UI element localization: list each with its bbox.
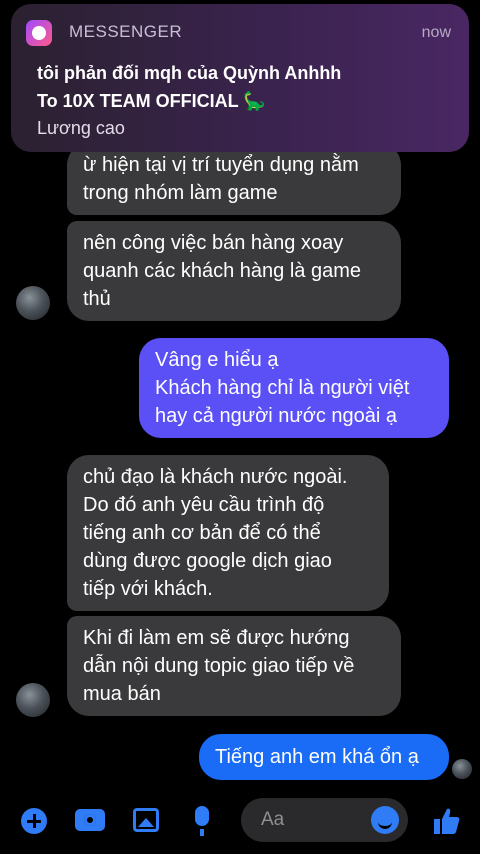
message-line: hay cả người nước ngoài ạ [155,405,398,427]
notification-app-name: MESSENGER [69,22,183,41]
message-line: quanh các khách hàng là game [83,260,361,282]
camera-icon[interactable] [75,809,105,831]
message-bubble-outgoing[interactable]: Tiếng anh em khá ổn ạ [199,734,449,780]
contact-avatar[interactable] [16,683,50,717]
message-line: Khách hàng chỉ là người việt [155,377,410,399]
message-bubble-incoming[interactable]: chủ đạo là khách nước ngoài. Do đó anh y… [67,455,389,611]
message-input-placeholder: Aa [261,809,285,830]
message-line: thủ [83,288,111,310]
emoji-icon[interactable] [371,806,399,834]
message-line: dẫn nội dung topic giao tiếp về [83,655,355,677]
message-line: Do đó anh yêu cầu trình độ [83,494,325,516]
message-input[interactable]: Aa [241,798,408,842]
image-icon[interactable] [133,808,159,832]
messenger-app-icon [26,20,52,46]
message-line: tiếng anh cơ bản để có thể [83,522,321,544]
composer-bar: Aa [0,792,480,854]
message-line: Khi đi làm em sẽ được hướng [83,627,350,649]
notification-body: Lương cao [37,118,125,138]
contact-avatar[interactable] [16,286,50,320]
message-bubble-incoming[interactable]: ừ hiện tại vị trí tuyển dụng nằm trong n… [67,143,401,215]
notification-time: now [421,24,451,41]
message-line: trong nhóm làm game [83,182,278,204]
push-notification[interactable]: MESSENGER now tôi phản đối mqh của Quỳnh… [11,4,469,152]
message-bubble-outgoing[interactable]: Vâng e hiểu ạ Khách hàng chỉ là người vi… [139,338,449,438]
message-bubble-incoming[interactable]: nên công việc bán hàng xoay quanh các kh… [67,221,401,321]
message-line: dùng được google dịch giao [83,550,332,572]
plus-circle-icon[interactable] [21,808,47,834]
notification-subtitle: To 10X TEAM OFFICIAL 🦕 [37,91,266,111]
message-line: ừ hiện tại vị trí tuyển dụng nằm [83,154,359,176]
message-bubble-incoming[interactable]: Khi đi làm em sẽ được hướng dẫn nội dung… [67,616,401,716]
notification-title: tôi phản đối mqh của Quỳnh Anhhh [37,63,342,83]
message-line: Tiếng anh em khá ổn ạ [215,746,419,768]
message-line: mua bán [83,683,161,705]
message-line: chủ đạo là khách nước ngoài. [83,466,348,488]
message-line: nên công việc bán hàng xoay [83,232,344,254]
microphone-icon[interactable] [195,806,209,836]
message-line: Vâng e hiểu ạ [155,349,279,371]
thumbs-up-icon[interactable] [432,806,460,836]
read-receipt-avatar [452,759,472,779]
message-line: tiếp với khách. [83,578,213,600]
